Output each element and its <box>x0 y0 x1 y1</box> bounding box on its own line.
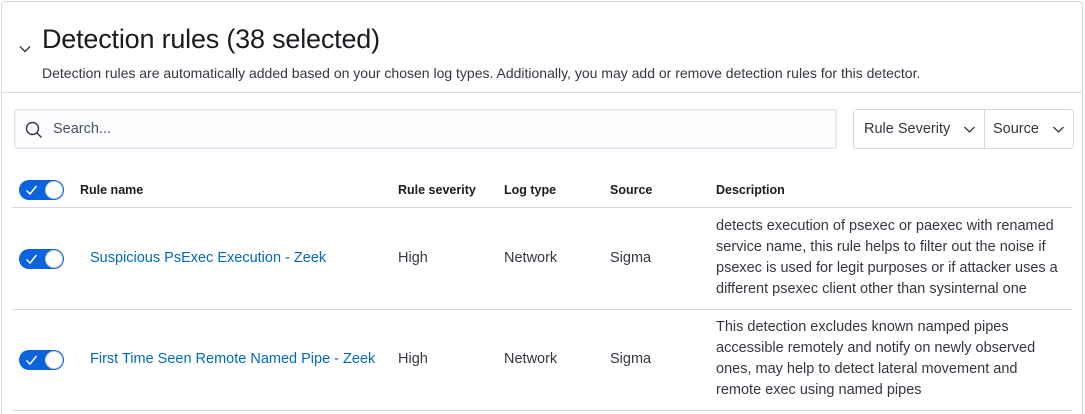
source-value: Sigma <box>610 351 652 367</box>
column-header-rule-name[interactable]: Rule name <box>80 183 143 197</box>
table-header: Rule name Rule severity Log type Source … <box>12 176 1072 208</box>
check-icon <box>25 355 38 366</box>
table-row: Suspicious PsExec Execution - Zeek High … <box>12 209 1072 310</box>
chevron-down-icon[interactable] <box>18 42 32 56</box>
search-box[interactable] <box>14 109 837 149</box>
toggle-knob <box>45 250 63 268</box>
section-subtitle: Detection rules are automatically added … <box>42 65 921 81</box>
rule-severity-value: High <box>398 351 428 367</box>
log-type-value: Network <box>504 250 558 266</box>
chevron-down-icon <box>1053 126 1064 133</box>
log-type-value: Network <box>504 351 558 367</box>
section-title: Detection rules (38 selected) <box>42 24 380 54</box>
table-row: First Time Seen Remote Named Pipe - Zeek… <box>12 310 1072 411</box>
source-filter-button[interactable]: Source <box>985 110 1073 148</box>
chevron-down-icon <box>964 126 975 133</box>
column-header-source[interactable]: Source <box>610 183 652 197</box>
column-header-description: Description <box>716 183 785 197</box>
select-all-toggle[interactable] <box>19 180 64 200</box>
rule-severity-value: High <box>398 250 428 266</box>
rule-name-link[interactable]: Suspicious PsExec Execution - Zeek <box>90 250 326 266</box>
toggle-knob <box>45 351 63 369</box>
rule-enabled-toggle[interactable] <box>19 350 64 370</box>
filter-group: Rule Severity Source <box>853 109 1074 149</box>
check-icon <box>25 254 38 265</box>
description-value: This detection excludes known namped pip… <box>716 319 1036 398</box>
column-header-rule-severity[interactable]: Rule severity <box>398 183 476 197</box>
rule-severity-filter-button[interactable]: Rule Severity <box>854 110 985 148</box>
rule-name-link[interactable]: First Time Seen Remote Named Pipe - Zeek <box>90 351 375 367</box>
search-icon <box>25 121 42 138</box>
toggle-knob <box>45 181 63 199</box>
rule-enabled-toggle[interactable] <box>19 249 64 269</box>
rule-severity-filter-label: Rule Severity <box>864 121 951 137</box>
source-value: Sigma <box>610 250 652 266</box>
description-value: detects execution of psexec or paexec wi… <box>716 218 1058 297</box>
check-icon <box>25 185 38 196</box>
divider <box>2 92 1082 93</box>
search-input[interactable] <box>53 110 823 148</box>
column-header-log-type[interactable]: Log type <box>504 183 556 197</box>
source-filter-label: Source <box>993 121 1039 137</box>
